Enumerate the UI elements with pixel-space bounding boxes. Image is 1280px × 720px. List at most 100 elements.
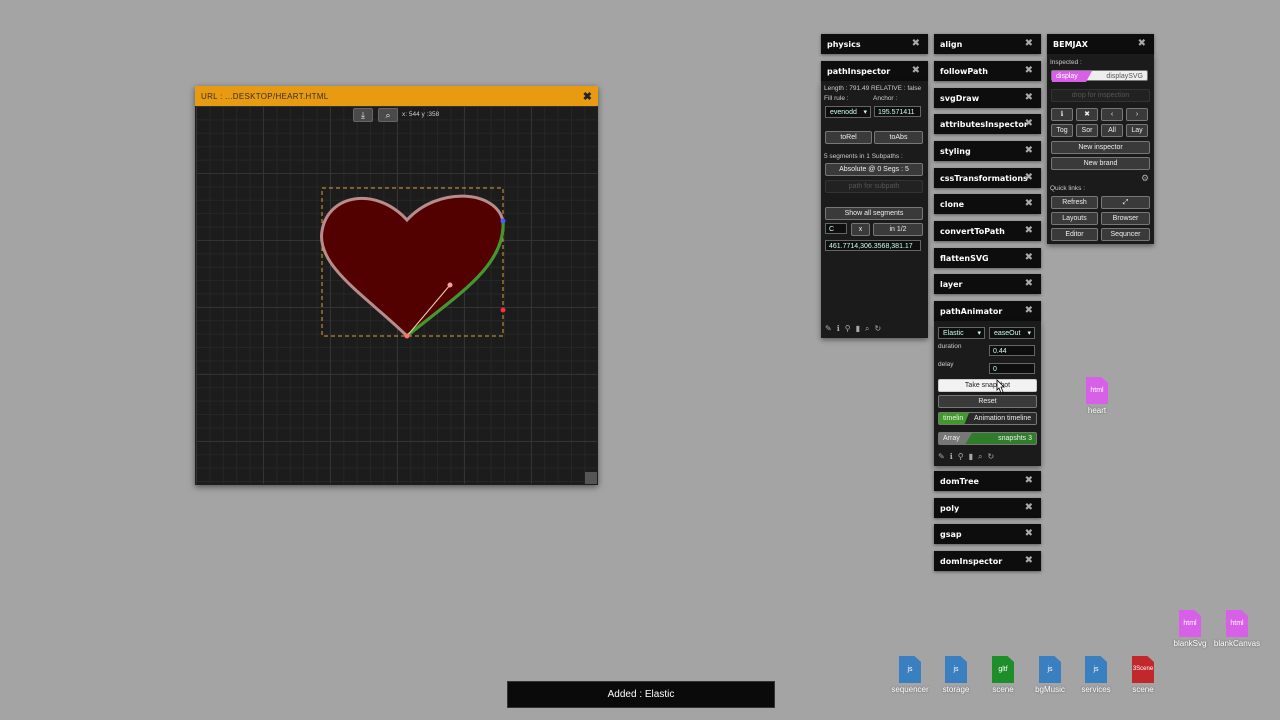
subpath-select[interactable]: path for subpath bbox=[825, 180, 923, 193]
absolute-button[interactable]: Absolute @ 0 Segs : 5 bbox=[825, 163, 923, 176]
new-brand-button[interactable]: New brand bbox=[1051, 157, 1150, 170]
lay-button[interactable]: Lay bbox=[1126, 124, 1148, 137]
to-abs-button[interactable]: toAbs bbox=[874, 131, 923, 144]
svg-canvas[interactable]: ⤓ ⌕ x: 544 y :358 bbox=[196, 106, 597, 484]
panel-physics[interactable]: physics ✖ bbox=[821, 34, 928, 54]
arrow-right-icon[interactable]: › bbox=[1126, 108, 1148, 121]
panel-label: flattenSVG bbox=[940, 254, 989, 263]
desktop-icon-scene-gltf[interactable]: gltf scene bbox=[978, 656, 1028, 694]
heart-window[interactable]: URL : ...DESKTOP/HEART.HTML ✖ ⤓ ⌕ x: 544… bbox=[195, 86, 598, 485]
desktop-icon-label: heart bbox=[1087, 406, 1107, 415]
reset-button[interactable]: Reset bbox=[938, 395, 1037, 408]
panel-bemjax[interactable]: BEMJAX ✖ bbox=[1047, 34, 1154, 54]
control-point bbox=[447, 282, 453, 288]
layouts-button[interactable]: Layouts bbox=[1051, 212, 1098, 225]
close-icon[interactable]: ✖ bbox=[1025, 555, 1033, 566]
panel-cssTransformations[interactable]: cssTransformations ✖ bbox=[934, 168, 1041, 188]
panel-svgDraw[interactable]: svgDraw ✖ bbox=[934, 88, 1041, 108]
desktop-icon-heart[interactable]: html heart bbox=[1072, 377, 1122, 415]
delay-input[interactable]: 0 bbox=[989, 363, 1035, 374]
refresh-button[interactable]: Refresh bbox=[1051, 196, 1098, 209]
all-button[interactable]: All bbox=[1101, 124, 1123, 137]
sequencer-button[interactable]: Sequncer bbox=[1101, 228, 1150, 241]
close-icon[interactable]: ✖ bbox=[912, 65, 920, 76]
panel-domInspector[interactable]: domInspector ✖ bbox=[934, 551, 1041, 571]
gear-icon[interactable]: ⚙ bbox=[1141, 173, 1149, 184]
html-file-icon: html bbox=[1226, 610, 1248, 637]
heart-drawing[interactable] bbox=[196, 106, 597, 484]
timeline-label: Animation timeline bbox=[973, 415, 1032, 422]
window-titlebar[interactable]: URL : ...DESKTOP/HEART.HTML ✖ bbox=[195, 86, 598, 106]
close-icon[interactable]: ✖ bbox=[1025, 225, 1033, 236]
timeline-tag: timelin bbox=[939, 413, 969, 424]
panel-align[interactable]: align ✖ bbox=[934, 34, 1041, 54]
desktop-icon-blankSvg[interactable]: html blankSvg bbox=[1165, 610, 1215, 648]
panel-flattenSVG[interactable]: flattenSVG ✖ bbox=[934, 248, 1041, 268]
drop-zone[interactable]: drop for inspection bbox=[1051, 89, 1150, 102]
panel-domTree[interactable]: domTree ✖ bbox=[934, 471, 1041, 491]
close-icon[interactable]: ✖ bbox=[1025, 118, 1033, 129]
close-icon[interactable]: ✖ bbox=[1138, 38, 1146, 49]
duration-input[interactable]: 0.44 bbox=[989, 345, 1035, 356]
panel-pathAnimator[interactable]: pathAnimator ✖ bbox=[934, 301, 1041, 321]
editor-button[interactable]: Editor bbox=[1051, 228, 1098, 241]
fullscreen-icon[interactable]: ⤢ bbox=[1101, 196, 1150, 209]
desktop-icon-services[interactable]: js services bbox=[1071, 656, 1121, 694]
arrow-left-icon[interactable]: ‹ bbox=[1101, 108, 1123, 121]
desktop-icon-bgMusic[interactable]: js bgMusic bbox=[1025, 656, 1075, 694]
take-snapshot-button[interactable]: Take snapshot bbox=[938, 379, 1037, 392]
panel-styling[interactable]: styling ✖ bbox=[934, 141, 1041, 161]
tog-button[interactable]: Tog bbox=[1051, 124, 1073, 137]
snapshots-array-toggle[interactable]: Array snapshts 3 bbox=[938, 432, 1037, 445]
panel-footer-icons[interactable]: ✎ℹ⚲▮⌕↻ bbox=[938, 452, 999, 462]
close-icon[interactable]: ✖ bbox=[1025, 278, 1033, 289]
panel-label: pathAnimator bbox=[940, 307, 1003, 316]
segment-command-input[interactable]: C bbox=[825, 223, 847, 234]
info-icon[interactable]: ℹ bbox=[1051, 108, 1073, 121]
inspected-label: Inspected : bbox=[1050, 59, 1082, 66]
panel-footer-icons[interactable]: ✎ℹ⚲▮⌕↻ bbox=[825, 324, 886, 334]
panel-layer[interactable]: layer ✖ bbox=[934, 274, 1041, 294]
new-inspector-button[interactable]: New inspector bbox=[1051, 141, 1150, 154]
close-icon[interactable]: ✖ bbox=[1025, 475, 1033, 486]
panel-followPath[interactable]: followPath ✖ bbox=[934, 61, 1041, 81]
resize-handle[interactable] bbox=[585, 472, 597, 484]
panel-attributesInspector[interactable]: attributesInspector ✖ bbox=[934, 114, 1041, 134]
panel-gsap[interactable]: gsap ✖ bbox=[934, 524, 1041, 544]
segment-values-input[interactable]: 461.7714,306.3568,381.17 bbox=[825, 240, 921, 251]
inspected-element[interactable]: display displaySVG bbox=[1051, 70, 1148, 82]
close-icon[interactable]: ✖ bbox=[1025, 92, 1033, 103]
close-icon[interactable]: ✖ bbox=[1025, 198, 1033, 209]
close-icon[interactable]: ✖ bbox=[1025, 252, 1033, 263]
desktop-icon-scene-3d[interactable]: 3Scene scene bbox=[1118, 656, 1168, 694]
close-icon[interactable]: ✖ bbox=[1025, 38, 1033, 49]
panel-convertToPath[interactable]: convertToPath ✖ bbox=[934, 221, 1041, 241]
browser-button[interactable]: Browser bbox=[1101, 212, 1150, 225]
desktop-icon-sequencer[interactable]: js sequencer bbox=[885, 656, 935, 694]
animation-timeline-toggle[interactable]: timelin Animation timeline bbox=[938, 412, 1037, 425]
panel-poly[interactable]: poly ✖ bbox=[934, 498, 1041, 518]
close-icon[interactable]: ✖ bbox=[1025, 172, 1033, 183]
panel-clone[interactable]: clone ✖ bbox=[934, 194, 1041, 214]
close-icon[interactable]: ✖ bbox=[1025, 65, 1033, 76]
sor-button[interactable]: Sor bbox=[1076, 124, 1098, 137]
panel-label: domTree bbox=[940, 477, 979, 486]
close-icon[interactable]: ✖ bbox=[1025, 528, 1033, 539]
show-all-segments-button[interactable]: Show all segments bbox=[825, 207, 923, 220]
ease-type-select[interactable]: Elastic ▾ bbox=[938, 327, 985, 339]
close-icon[interactable]: ✖ bbox=[1025, 145, 1033, 156]
fill-rule-select[interactable]: evenodd ▾ bbox=[825, 106, 871, 118]
close-icon[interactable]: ✖ bbox=[912, 38, 920, 49]
segment-index-button[interactable]: in 1/2 bbox=[873, 223, 923, 236]
close-icon[interactable]: ✖ bbox=[1025, 305, 1033, 316]
panel-pathInspector[interactable]: pathInspector ✖ bbox=[821, 61, 928, 81]
close-icon[interactable]: ✖ bbox=[1025, 502, 1033, 513]
segment-x-button[interactable]: x bbox=[851, 223, 870, 236]
close-icon[interactable]: ✖ bbox=[1076, 108, 1098, 121]
desktop-icon-blankCanvas[interactable]: html blankCanvas bbox=[1212, 610, 1262, 648]
close-icon[interactable]: ✖ bbox=[583, 90, 592, 103]
to-rel-button[interactable]: toRel bbox=[825, 131, 872, 144]
ease-direction-select[interactable]: easeOut ▾ bbox=[989, 327, 1035, 339]
anchor-input[interactable]: 195.571411 bbox=[874, 106, 921, 117]
desktop-icon-storage[interactable]: js storage bbox=[931, 656, 981, 694]
